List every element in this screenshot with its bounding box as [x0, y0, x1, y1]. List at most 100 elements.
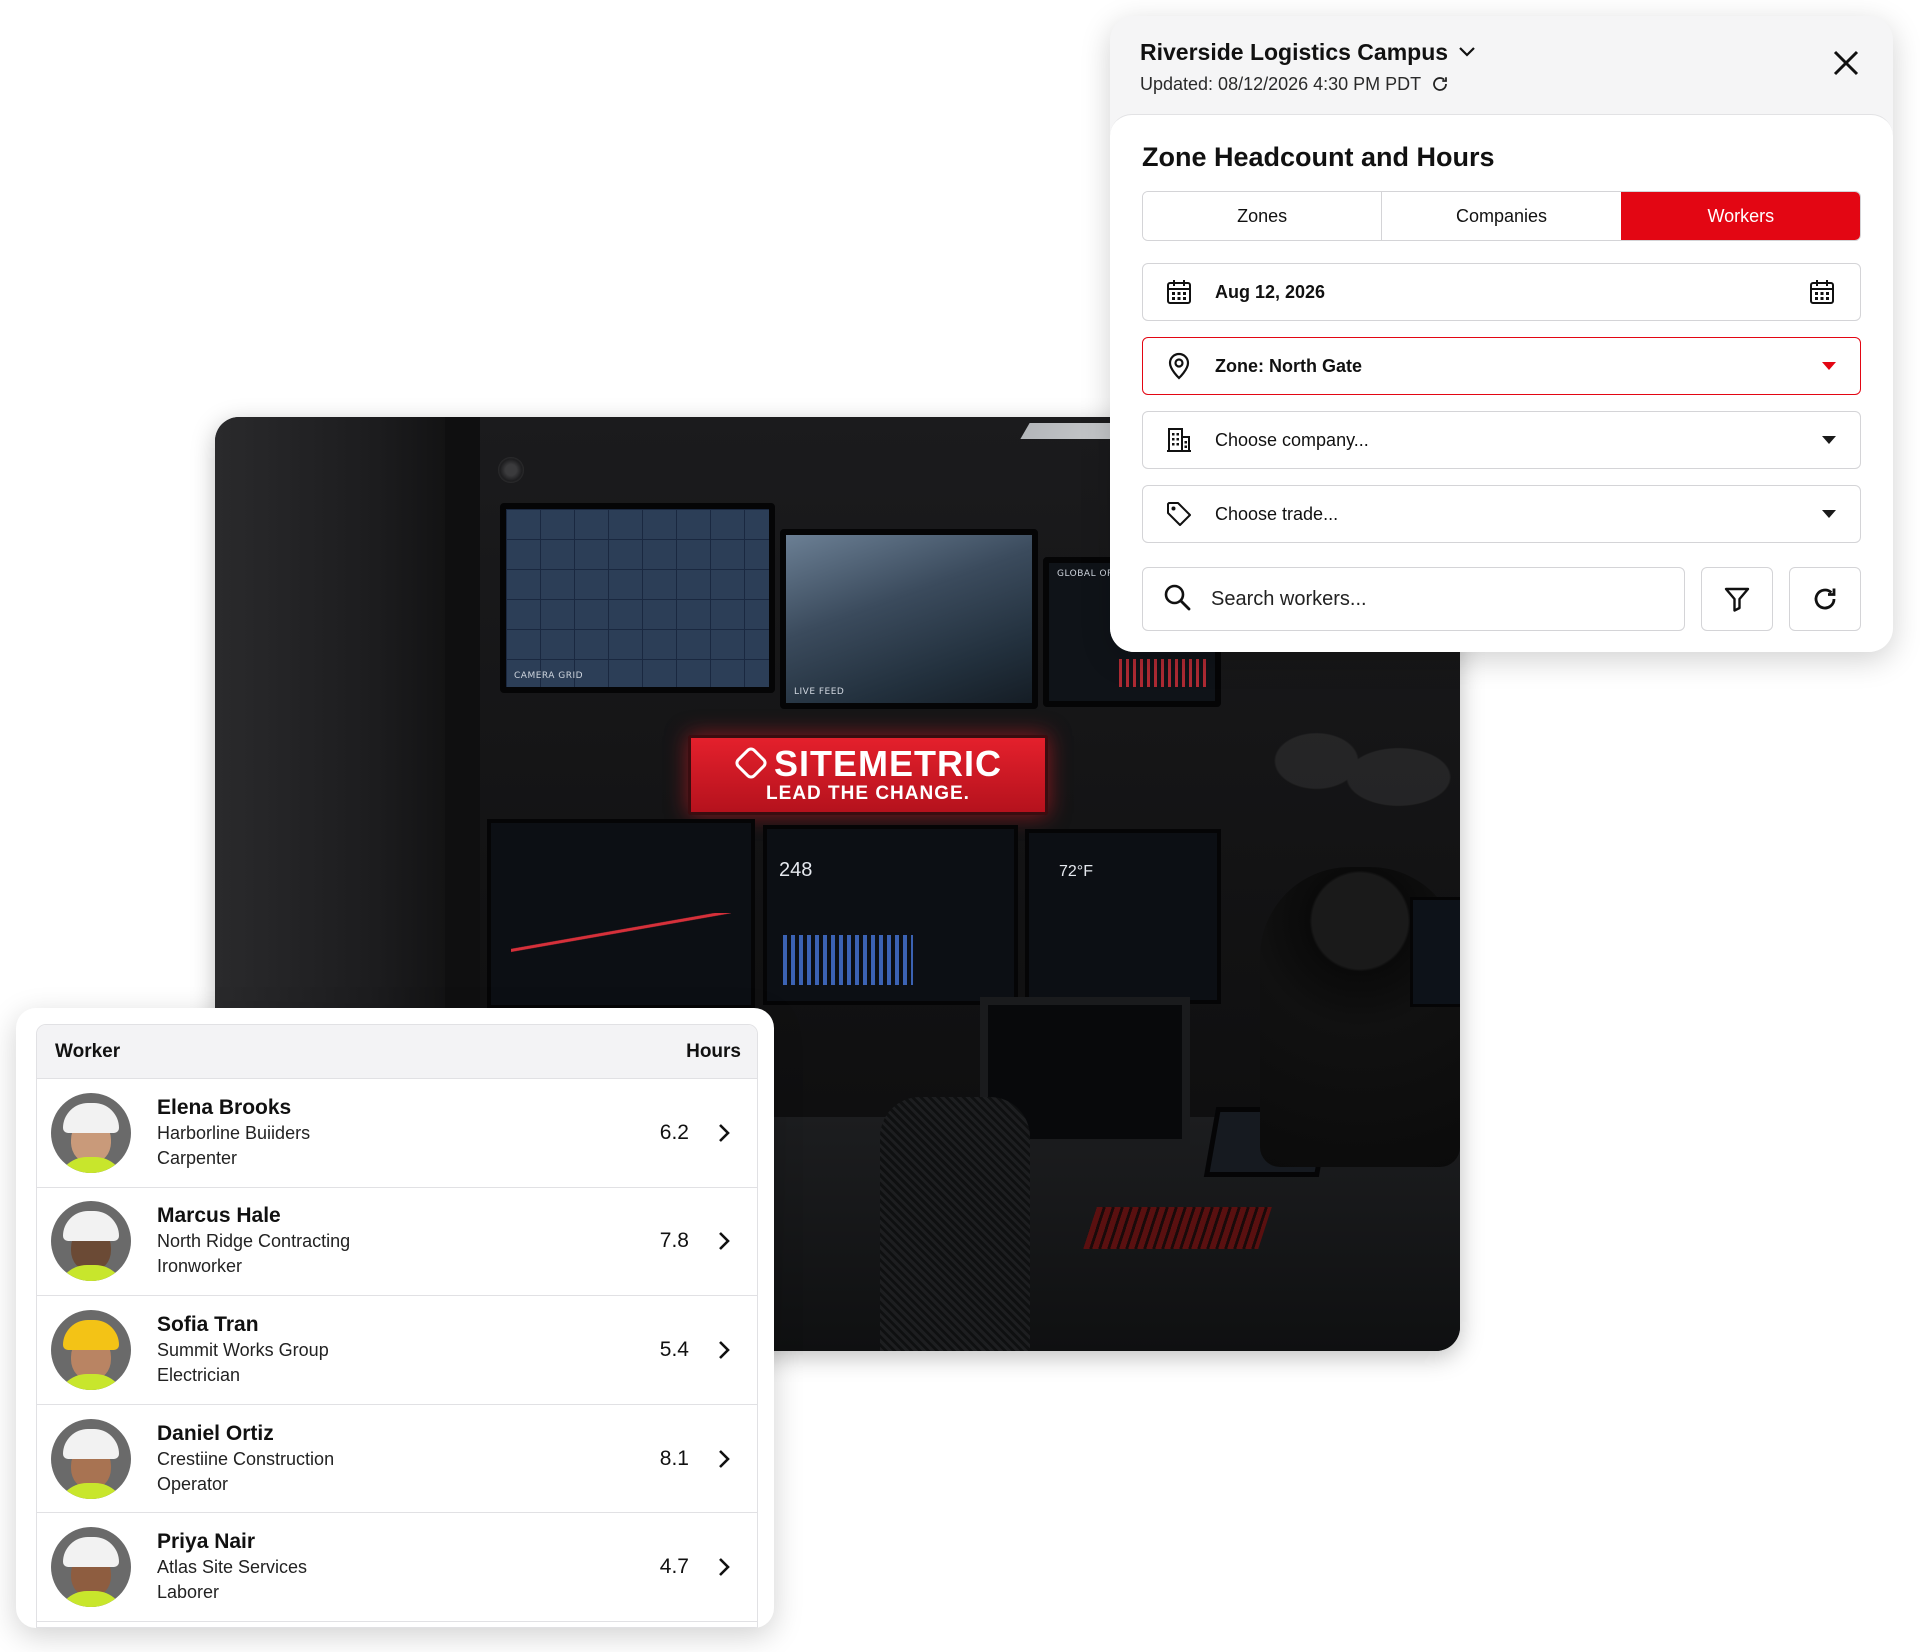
panel-header: Riverside Logistics Campus Updated: 08/1… — [1110, 16, 1893, 116]
location-pin-icon — [1165, 352, 1193, 380]
worker-name: Sofia Tran — [157, 1312, 259, 1336]
table-row[interactable]: Daniel Ortiz Crestiine Construction Operat… — [37, 1405, 757, 1514]
headcount-value: 248 — [779, 859, 813, 881]
reset-button[interactable] — [1789, 567, 1861, 631]
worker-trade: Laborer — [157, 1582, 220, 1603]
worker-hours: 7.8 — [659, 1229, 689, 1253]
date-picker[interactable]: Aug 12, 2026 — [1142, 263, 1861, 321]
tab-companies[interactable]: Companies — [1381, 192, 1621, 240]
table-row[interactable]: Marcus Hale North Ridge Contracting Ironwo… — [37, 1188, 757, 1297]
date-value: Aug 12, 2026 — [1215, 281, 1326, 302]
calendar-icon[interactable] — [1808, 278, 1836, 306]
global-ops-bars — [1119, 659, 1209, 687]
worker-name: Marcus Hale — [157, 1204, 281, 1228]
table-row[interactable]: Sofia Tran Summit Works Group Electrician 5… — [37, 1296, 757, 1405]
worker-trade: Ironworker — [157, 1256, 243, 1277]
sign-brand-row: SITEMETRIC — [691, 744, 1045, 784]
chevron-right-icon[interactable] — [713, 1339, 735, 1361]
tab-workers[interactable]: Workers — [1620, 192, 1860, 240]
worker-company: Atlas Site Services — [157, 1557, 308, 1578]
worker-name: Elena Brooks — [157, 1095, 292, 1119]
zone-headcount-panel: Riverside Logistics Campus Updated: 08/1… — [1110, 16, 1893, 652]
world-map-wall — [1255, 697, 1460, 857]
close-icon — [1833, 50, 1859, 76]
avatar — [51, 1092, 131, 1173]
updated-row: Updated: 08/12/2026 4:30 PM PDT — [1140, 72, 1863, 96]
zone-value: Zone: North Gate — [1215, 355, 1362, 376]
worker-trade: Carpenter — [157, 1147, 238, 1168]
worker-info: Sofia Tran Summit Works Group Electrician — [157, 1312, 629, 1388]
worker-company: Harborline Buiiders — [157, 1122, 311, 1143]
tag-icon — [1165, 500, 1193, 528]
company-placeholder: Choose company... — [1215, 429, 1369, 450]
company-select[interactable]: Choose company... — [1142, 411, 1861, 469]
chevron-right-icon[interactable] — [713, 1230, 735, 1252]
sitemetric-logo-icon — [732, 744, 770, 782]
security-camera-icon — [498, 457, 524, 483]
weather-screen: 72°F — [1025, 829, 1221, 1004]
section-title: Zone Headcount and Hours — [1142, 142, 1495, 172]
worker-hours-table: Worker Hours Elena Brooks Harborline Buii… — [16, 1008, 774, 1628]
live-feed-monitor: LIVE FEED — [780, 529, 1038, 709]
avatar — [51, 1418, 131, 1499]
safety-vest — [57, 1373, 125, 1390]
site-name: Riverside Logistics Campus — [1140, 38, 1449, 65]
sign-brand: SITEMETRIC — [773, 743, 1002, 784]
keyboard — [1083, 1207, 1272, 1249]
weather-value: 72°F — [1059, 863, 1093, 880]
camera-grid-monitor: CAMERA GRID — [500, 503, 775, 693]
worker-trade: Operator — [157, 1473, 229, 1494]
caret-down-icon — [1822, 362, 1836, 370]
view-tabs: Zones Companies Workers — [1142, 191, 1861, 241]
column-header-hours: Hours — [686, 1040, 741, 1062]
worker-hours: 5.4 — [659, 1337, 689, 1361]
table-body: Elena Brooks Harborline Buiiders Carpenter… — [37, 1079, 757, 1622]
worker-company: Summit Works Group — [157, 1339, 329, 1360]
refresh-icon[interactable] — [1431, 75, 1449, 93]
search-input[interactable] — [1211, 587, 1664, 611]
table-row[interactable]: Priya Nair Atlas Site Services Laborer 4.7 — [37, 1513, 757, 1622]
safety-vest — [57, 1265, 125, 1282]
hard-hat-icon — [63, 1102, 119, 1133]
calendar-icon — [1165, 278, 1193, 306]
sitemetric-sign: SITEMETRIC LEAD THE CHANGE. — [688, 735, 1048, 815]
worker-info: Priya Nair Atlas Site Services Laborer — [157, 1529, 629, 1605]
site-selector[interactable]: Riverside Logistics Campus — [1140, 36, 1863, 68]
filter-button[interactable] — [1701, 567, 1773, 631]
chevron-right-icon[interactable] — [713, 1122, 735, 1144]
building-icon — [1165, 426, 1193, 454]
alerts-line — [511, 913, 731, 953]
hard-hat-icon — [63, 1428, 119, 1459]
trade-select[interactable]: Choose trade... — [1142, 485, 1861, 543]
hard-hat-icon — [63, 1319, 119, 1350]
tab-zones[interactable]: Zones — [1143, 192, 1382, 240]
side-monitor — [1410, 897, 1460, 1007]
zone-select[interactable]: Zone: North Gate — [1142, 337, 1861, 395]
worker-name: Priya Nair — [157, 1530, 256, 1554]
search-box — [1142, 567, 1685, 631]
headcount-bars — [783, 935, 913, 985]
close-button[interactable] — [1829, 46, 1863, 80]
avatar — [51, 1201, 131, 1282]
office-chair — [880, 1097, 1030, 1351]
table-row[interactable]: Elena Brooks Harborline Buiiders Carpenter… — [37, 1079, 757, 1188]
worker-hours: 4.7 — [659, 1555, 689, 1579]
live-feed-label: LIVE FEED — [794, 687, 845, 697]
search-icon — [1163, 583, 1191, 616]
column-header-worker: Worker — [55, 1040, 121, 1062]
chevron-down-icon[interactable] — [1458, 43, 1476, 61]
worker-hours: 6.2 — [659, 1120, 689, 1144]
worker-company: North Ridge Contracting — [157, 1231, 351, 1252]
chevron-right-icon[interactable] — [713, 1448, 735, 1470]
caret-down-icon — [1822, 436, 1836, 444]
chevron-right-icon[interactable] — [713, 1556, 735, 1578]
hard-hat-icon — [63, 1211, 119, 1242]
headcount-screen: 248 — [763, 825, 1018, 1005]
refresh-icon — [1814, 588, 1836, 610]
worker-trade: Electrician — [157, 1364, 241, 1385]
table-header: Worker Hours — [37, 1025, 757, 1079]
project-overview-screen — [487, 819, 755, 1009]
hard-hat-icon — [63, 1537, 119, 1568]
caret-down-icon — [1822, 510, 1836, 518]
trade-placeholder: Choose trade... — [1215, 503, 1339, 524]
